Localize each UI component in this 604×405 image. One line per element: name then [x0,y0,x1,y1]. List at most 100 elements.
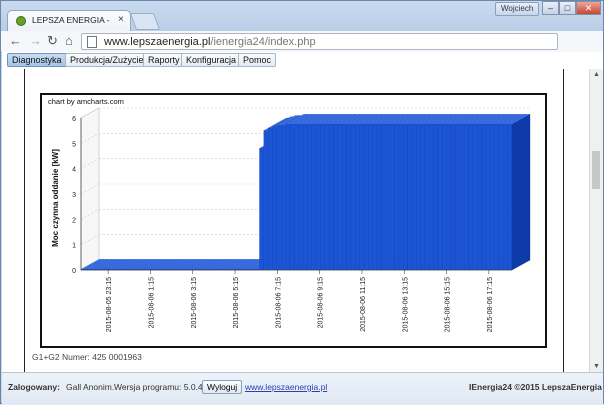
bar [424,124,430,271]
status-bar: Zalogowany: Gall Anonim. Wersja programu… [2,372,603,405]
copyright-text: IEnergia24 ©2015 LepszaEnergia [469,382,602,392]
minimize-button[interactable]: – [542,1,559,15]
bar [355,124,360,271]
bar [268,127,273,271]
bar [455,124,460,271]
tab-title: LEPSZA ENERGIA - IENERGIA [32,15,112,25]
url-text: www.lepszaenergia.pl/ienergia24/index.ph… [104,36,316,48]
x-tick-label: 2015-08-06 5:15 [233,277,240,328]
chart-container: chart by amcharts.com 0 1 2 3 4 5 6 2015-08-05 … [40,93,547,348]
tab-close-icon[interactable]: × [118,14,124,25]
x-tick-label: 2015-08-06 7:15 [275,277,282,328]
bar [285,124,291,271]
bar [315,124,321,271]
bar [324,124,330,271]
nav-item-diagnostyka[interactable]: Diagnostyka [7,53,67,67]
y-tick-label: 5 [72,141,76,148]
bar [407,124,413,271]
x-tick-label: 2015-08-06 11:15 [360,277,367,332]
scrollbar-thumb[interactable] [592,151,600,189]
bar [346,124,352,271]
bar [320,124,325,271]
bar [385,124,391,271]
reload-icon[interactable]: ↻ [47,33,58,49]
y-tick-label: 0 [72,268,76,275]
logout-button[interactable]: Wyloguj [202,380,243,394]
nav-item-produkcja-zuzycie[interactable]: Produkcja/Zużycie [65,53,149,67]
page-scrollbar[interactable]: ▲ ▼ [589,69,603,372]
bar [463,124,469,271]
panel-border-right [563,69,564,372]
browser-window: LEPSZA ENERGIA - IENERGIA × Wojciech – □… [0,0,604,405]
bar [498,124,504,271]
x-tick-label: 2015-08-06 17:15 [487,277,494,332]
bar [342,124,347,271]
bar [372,124,378,271]
bar [472,124,478,271]
y-axis-title: Moc czynna oddanie [kW] [51,149,60,247]
y-tick-label: 2 [72,217,76,224]
bar [507,124,513,271]
x-tick-label: 2015-08-06 9:15 [318,277,325,328]
nav-item-pomoc[interactable]: Pomoc [238,53,277,67]
x-tick-label: 2015-08-06 1:15 [148,277,155,328]
bar [337,124,343,271]
nav-item-raporty[interactable]: Raporty [143,53,185,67]
bar [433,124,439,271]
site-link[interactable]: www.lepszaenergia.pl [245,382,327,392]
favicon-icon [16,16,26,26]
bar [276,125,282,271]
url-host: www.lepszaenergia.pl [104,36,211,48]
bar [494,124,500,271]
bar [459,124,465,271]
power-chart[interactable]: 0 1 2 3 4 5 6 2015-08-05 23:15 2015-08-06 1:15 20… [42,95,545,346]
bar [403,124,408,271]
user-name: Gall Anonim. [66,382,115,392]
forward-icon[interactable]: → [29,33,42,48]
bar-side [511,114,531,271]
chart-credit: chart by amcharts.com [48,97,124,106]
logged-in-label: Zalogowany: [8,382,60,392]
bar [294,124,299,271]
bar [481,124,487,271]
bar [503,124,508,271]
back-icon[interactable]: ← [9,33,22,48]
bar [411,124,417,271]
new-tab-button[interactable] [129,13,161,30]
title-bar: LEPSZA ENERGIA - IENERGIA × Wojciech – □… [1,1,603,31]
x-tick-label: 2015-08-06 13:15 [402,277,409,332]
bar [350,124,356,271]
bar [437,124,443,271]
home-icon[interactable]: ⌂ [65,33,73,48]
version-text: Wersja programu: 5.0.4 [114,382,203,392]
y-tick-label: 1 [72,243,76,250]
bar [446,124,452,271]
y-tick-label: 3 [72,192,76,199]
x-tick-label: 2015-08-06 3:15 [191,277,198,328]
close-window-button[interactable]: ✕ [576,1,601,15]
bar [368,124,373,271]
bar [398,124,404,271]
browser-toolbar: ← → ↻ ⌂ www.lepszaenergia.pl/ienergia24/… [1,31,603,78]
bar [477,124,482,271]
profile-badge[interactable]: Wojciech [495,2,540,16]
bar [468,124,473,271]
bar [485,124,491,271]
scroll-up-icon[interactable]: ▲ [593,71,600,78]
x-tick-label: 2015-08-06 15:15 [445,277,452,332]
bar [307,124,312,271]
page-content: Diagnostyka Produkcja/Zużycie Raporty Ko… [2,52,603,372]
bar [376,124,382,271]
bar [394,124,399,271]
maximize-button[interactable]: □ [559,1,576,15]
bar [281,125,286,271]
meter-number-label: G1+G2 Numer: 425 0001963 [32,352,142,362]
bar [442,124,447,271]
nav-item-konfiguracja[interactable]: Konfiguracja [181,53,242,67]
bar [363,124,369,271]
scroll-down-icon[interactable]: ▼ [593,363,600,370]
bar [490,124,495,271]
browser-tab[interactable]: LEPSZA ENERGIA - IENERGIA × [7,10,131,31]
address-bar[interactable]: www.lepszaenergia.pl/ienergia24/index.ph… [81,33,558,50]
bar [302,124,308,271]
